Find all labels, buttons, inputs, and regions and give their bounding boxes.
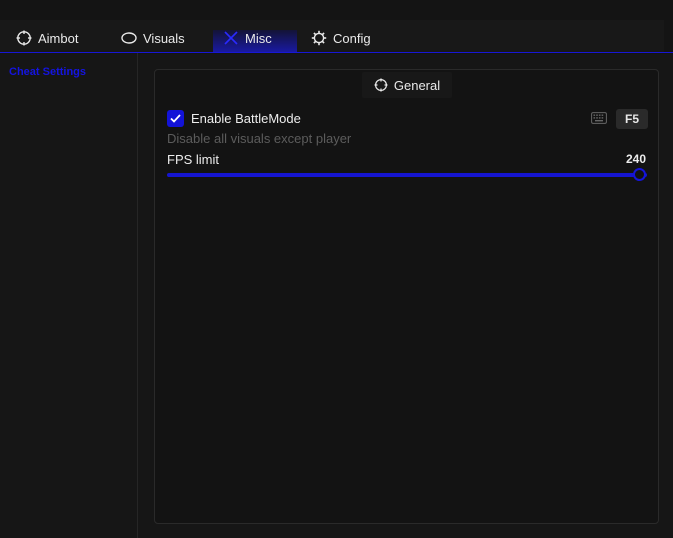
panel-header: General	[362, 72, 452, 98]
checkmark-icon	[170, 114, 181, 123]
fps-limit-label: FPS limit	[167, 152, 219, 167]
sidebar: Cheat Settings	[0, 53, 138, 538]
tools-icon	[223, 30, 239, 46]
tab-label: Config	[333, 30, 371, 46]
crosshair-icon	[16, 30, 32, 46]
eye-icon	[121, 30, 137, 46]
tab-visuals[interactable]: Visuals	[121, 24, 185, 52]
crosshair-icon	[374, 78, 388, 92]
tab-config[interactable]: Config	[311, 24, 371, 52]
slider-handle[interactable]	[632, 168, 646, 181]
gear-icon	[311, 30, 327, 46]
app-window: Aimbot Visuals Misc Config Cheat Setting…	[0, 0, 673, 538]
tab-misc[interactable]: Misc	[213, 24, 297, 52]
battlemode-checkbox[interactable]	[167, 110, 184, 127]
tab-label: Aimbot	[38, 30, 79, 46]
tab-label: Misc	[245, 30, 272, 46]
battlemode-label: Enable BattleMode	[191, 111, 301, 126]
sidebar-item-cheat-settings[interactable]: Cheat Settings	[9, 66, 86, 78]
keyboard-icon	[591, 112, 607, 124]
general-panel: General Enable BattleMode Disable all vi…	[154, 69, 659, 524]
tab-aimbot[interactable]: Aimbot	[16, 24, 78, 52]
tab-label: Visuals	[143, 30, 185, 46]
fps-limit-value: 240	[625, 152, 646, 166]
fps-limit-slider[interactable]	[167, 168, 647, 181]
battlemode-description: Disable all visuals except player	[167, 131, 352, 146]
top-nav: Aimbot Visuals Misc Config	[0, 0, 673, 54]
panel-title: General	[393, 77, 441, 93]
hotkey-button[interactable]: F5	[616, 109, 648, 129]
slider-fill	[167, 173, 647, 177]
